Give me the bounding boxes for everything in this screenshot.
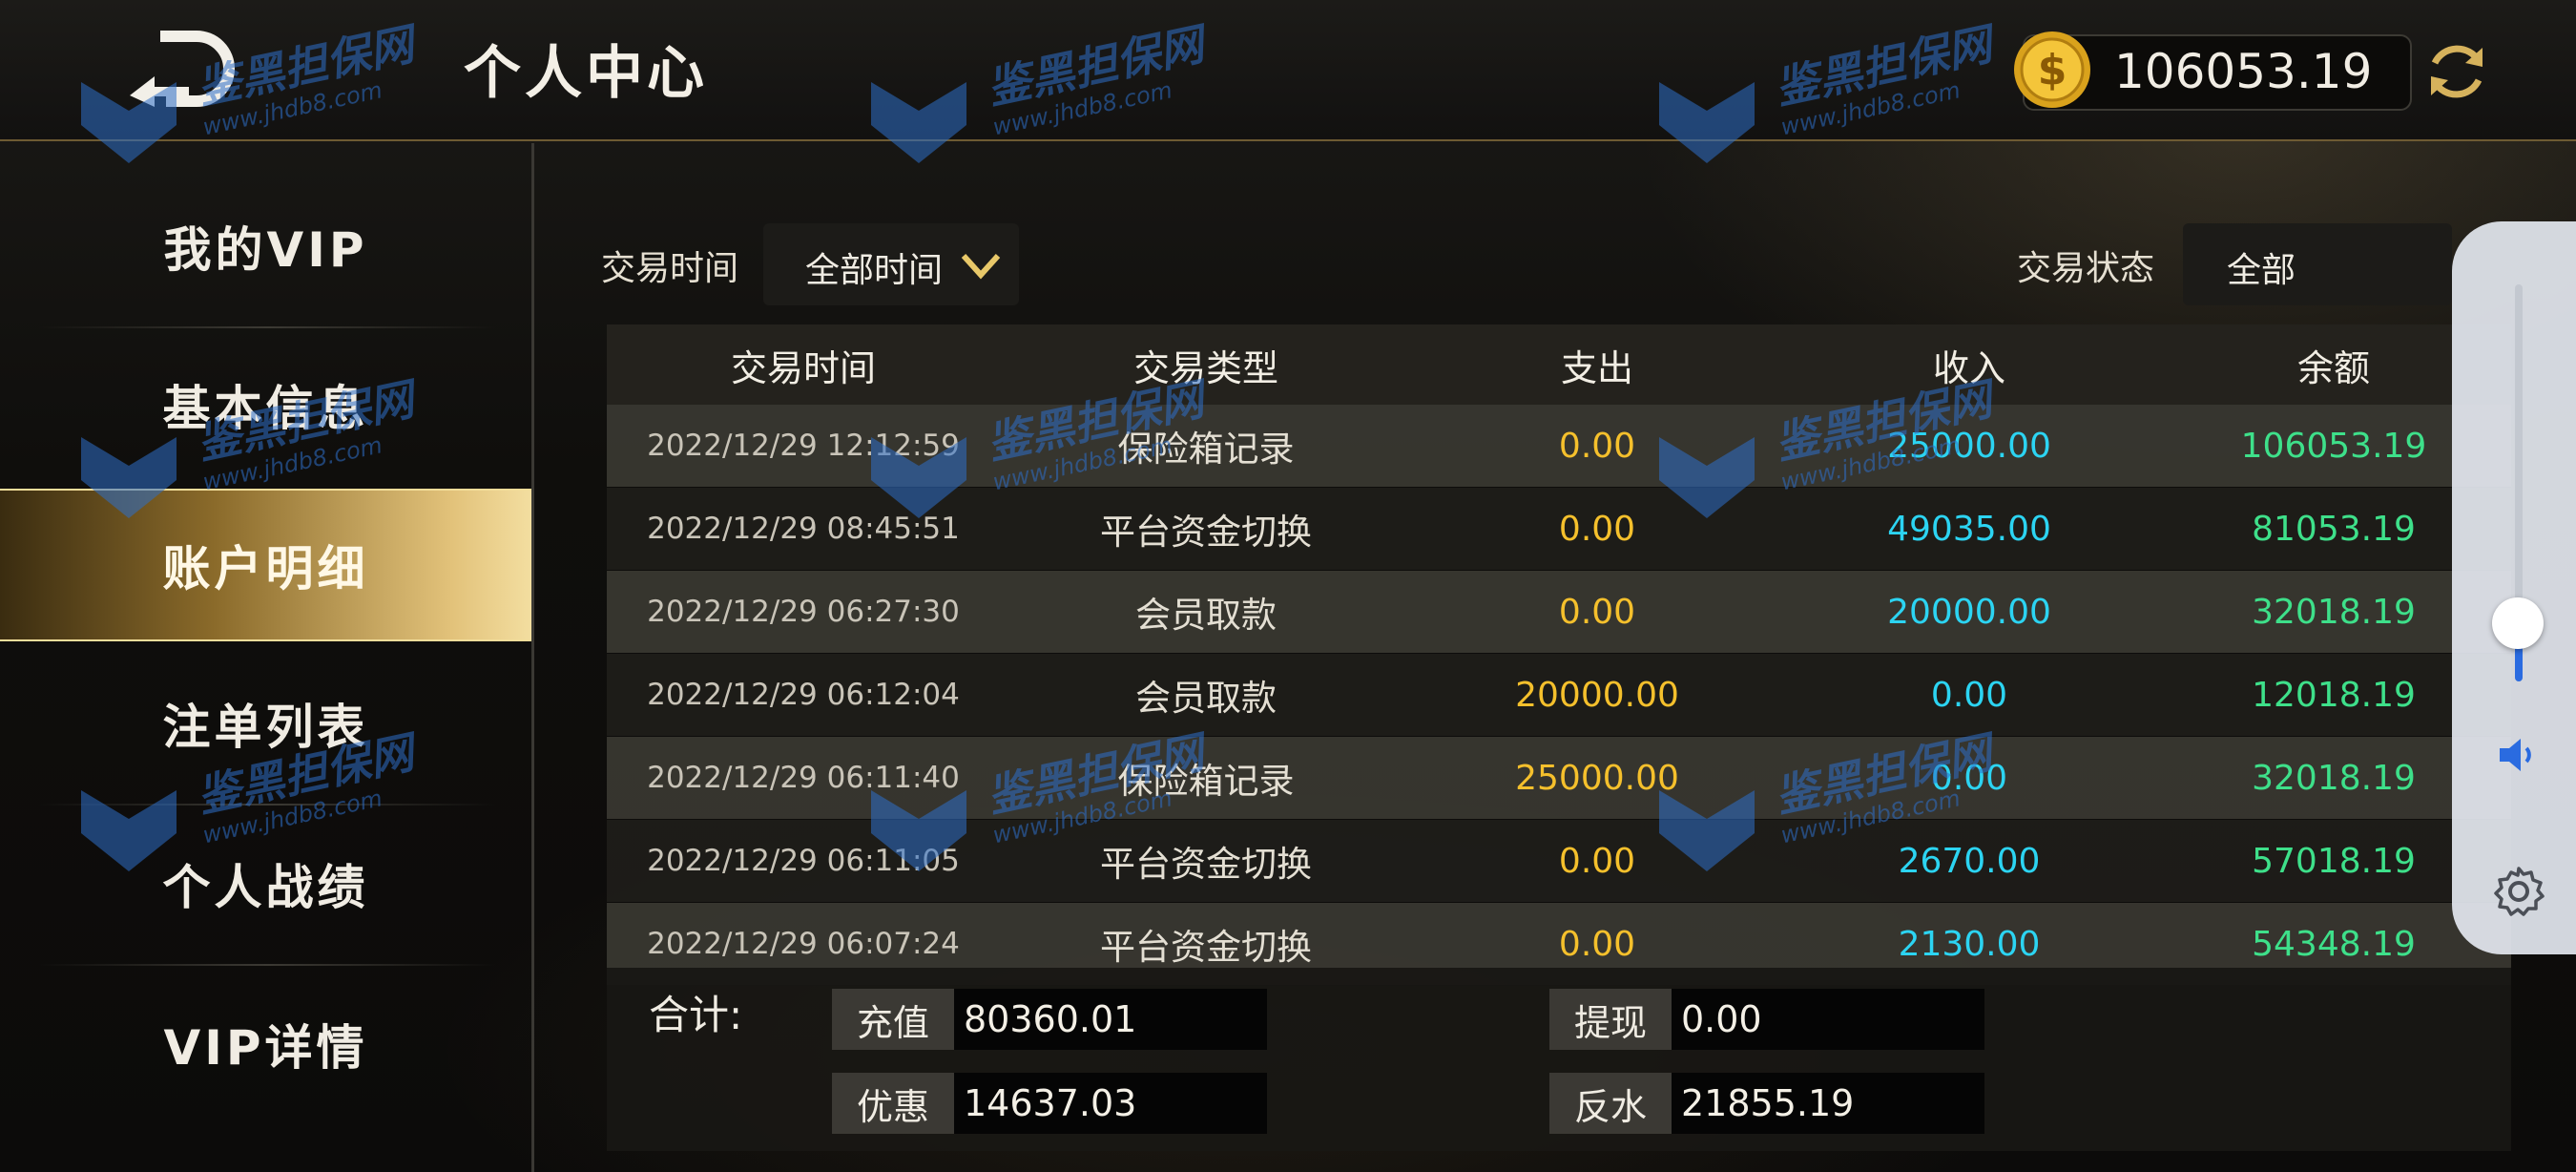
sidebar-item-my-vip[interactable]: 我的VIP	[0, 170, 531, 323]
column-header: 支出	[1560, 346, 1633, 389]
cell-time: 2022/12/29 08:45:51	[647, 512, 960, 546]
speaker-icon[interactable]	[2494, 731, 2542, 779]
cell-income: 2670.00	[1898, 841, 2041, 881]
table-row[interactable]: 2022/12/29 08:45:51 平台资金切换 0.00 49035.00…	[607, 488, 2511, 571]
status-filter-label: 交易状态	[2017, 249, 2155, 288]
cell-expense: 20000.00	[1515, 675, 1679, 715]
volume-slider-thumb[interactable]	[2492, 597, 2544, 649]
cell-type: 平台资金切换	[1100, 927, 1312, 968]
cell-type: 保险箱记录	[1117, 761, 1295, 802]
time-filter-select[interactable]: 全部时间	[763, 223, 1019, 305]
totals-panel: 合计: 充值 80360.01 提现 0.00 优惠 14637.03 反水 2…	[607, 968, 2511, 1151]
discount-value: 14637.03	[954, 1073, 1267, 1134]
cell-income: 0.00	[1930, 758, 2008, 798]
sidebar-item-basic-info[interactable]: 基本信息	[0, 328, 531, 481]
cell-time: 2022/12/29 06:27:30	[647, 595, 960, 629]
cell-type: 会员取款	[1135, 678, 1277, 719]
cell-expense: 25000.00	[1515, 758, 1679, 798]
table-row[interactable]: 2022/12/29 06:11:05 平台资金切换 0.00 2670.00 …	[607, 820, 2511, 903]
withdraw-value: 0.00	[1672, 989, 1984, 1050]
page-title: 个人中心	[464, 40, 708, 107]
cell-income: 0.00	[1930, 675, 2008, 715]
sidebar-divider	[38, 804, 496, 806]
table-body: 2022/12/29 12:12:59 保险箱记录 0.00 25000.00 …	[607, 405, 2511, 986]
sidebar-item-vip-detail[interactable]: VIP详情	[0, 968, 531, 1120]
sidebar-divider	[38, 964, 496, 966]
table-row[interactable]: 2022/12/29 06:11:40 保险箱记录 25000.00 0.00 …	[607, 737, 2511, 820]
cell-type: 平台资金切换	[1100, 512, 1312, 553]
balance-value: 106053.19	[2114, 44, 2373, 99]
table-row[interactable]: 2022/12/29 06:12:04 会员取款 20000.00 0.00 1…	[607, 654, 2511, 737]
rebate-value: 21855.19	[1672, 1073, 1984, 1134]
cell-income: 2130.00	[1898, 924, 2041, 964]
cell-expense: 0.00	[1558, 592, 1636, 632]
cell-type: 会员取款	[1135, 595, 1277, 636]
cell-type: 平台资金切换	[1100, 844, 1312, 885]
transaction-table: 交易时间 交易类型 支出 收入 余额 2022/12/29 12:12:59 保…	[607, 324, 2511, 986]
totals-label: 合计:	[649, 992, 743, 1038]
chevron-down-icon	[961, 253, 1001, 280]
cell-time: 2022/12/29 06:12:04	[647, 678, 960, 712]
sidebar-item-personal-record[interactable]: 个人战绩	[0, 807, 531, 960]
cell-expense: 0.00	[1558, 924, 1636, 964]
status-filter-value: 全部	[2227, 251, 2296, 290]
cell-expense: 0.00	[1558, 426, 1636, 466]
discount-label: 优惠	[832, 1073, 954, 1134]
column-header: 交易类型	[1132, 346, 1278, 389]
cell-expense: 0.00	[1558, 509, 1636, 549]
sidebar-item-bet-list[interactable]: 注单列表	[0, 647, 531, 800]
time-filter-label: 交易时间	[601, 249, 739, 288]
cell-time: 2022/12/29 12:12:59	[647, 429, 960, 463]
refresh-icon[interactable]	[2420, 34, 2494, 109]
cell-income: 49035.00	[1887, 509, 2051, 549]
cell-expense: 0.00	[1558, 841, 1636, 881]
table-row[interactable]: 2022/12/29 12:12:59 保险箱记录 0.00 25000.00 …	[607, 405, 2511, 488]
gold-coin-icon: $	[2014, 31, 2090, 108]
column-header: 交易时间	[730, 346, 876, 389]
withdraw-label: 提现	[1549, 989, 1672, 1050]
rebate-label: 反水	[1549, 1073, 1672, 1134]
gear-icon[interactable]	[2490, 863, 2547, 920]
svg-text:$: $	[2038, 46, 2067, 94]
cell-income: 25000.00	[1887, 426, 2051, 466]
table-row[interactable]: 2022/12/29 06:27:30 会员取款 0.00 20000.00 3…	[607, 571, 2511, 654]
table-header: 交易时间 交易类型 支出 收入 余额	[607, 324, 2511, 405]
cell-type: 保险箱记录	[1117, 429, 1295, 470]
sidebar-item-account-detail[interactable]: 账户明细	[0, 489, 531, 641]
cell-time: 2022/12/29 06:11:40	[647, 761, 960, 795]
volume-panel	[2452, 221, 2576, 954]
cell-income: 20000.00	[1887, 592, 2051, 632]
cell-balance: 54348.19	[2252, 924, 2416, 964]
cell-time: 2022/12/29 06:11:05	[647, 844, 960, 878]
cell-time: 2022/12/29 06:07:24	[647, 927, 960, 961]
recharge-value: 80360.01	[954, 989, 1267, 1050]
time-filter-value: 全部时间	[805, 251, 944, 290]
back-icon[interactable]	[122, 29, 237, 113]
recharge-label: 充值	[832, 989, 954, 1050]
status-filter-select[interactable]: 全部	[2183, 223, 2452, 305]
column-header: 收入	[1932, 346, 2005, 389]
